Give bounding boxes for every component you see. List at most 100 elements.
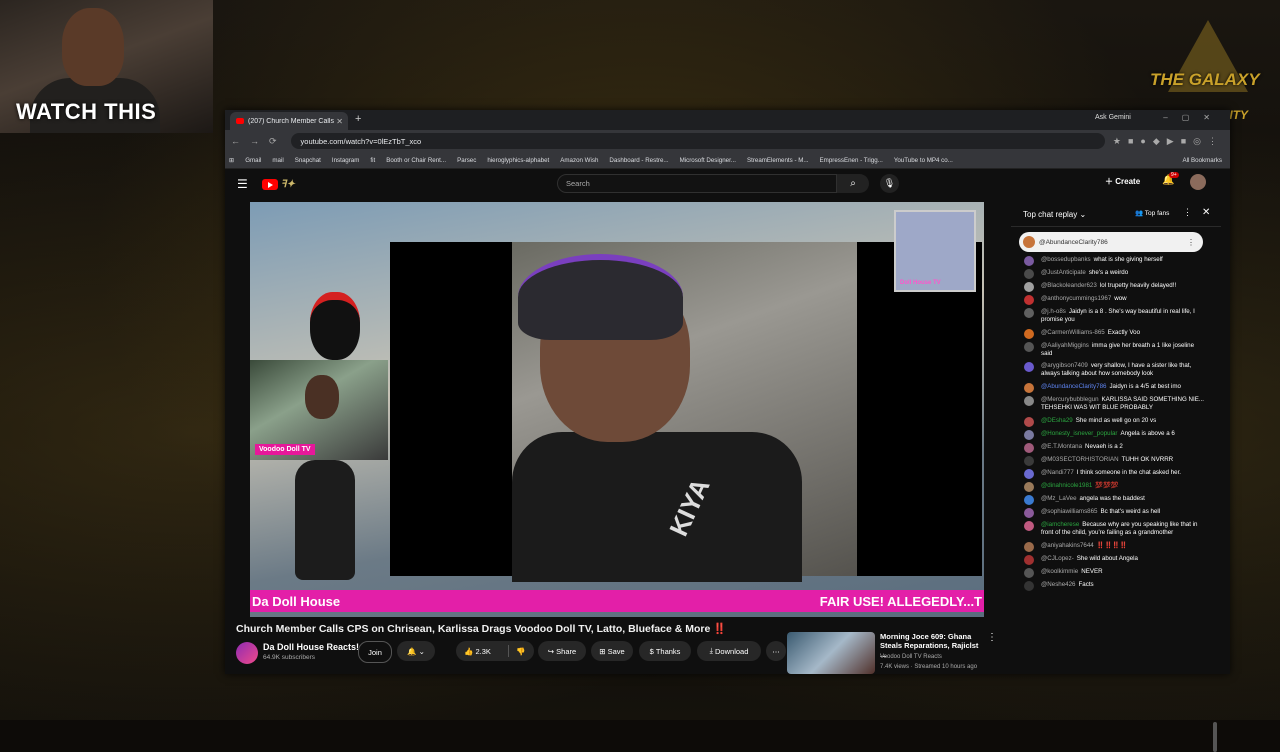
chat-author[interactable]: @Nandi777 <box>1041 469 1074 476</box>
chat-author[interactable]: @Honesty_isnever_popular <box>1041 430 1117 437</box>
bookmark-item[interactable]: Dashboard - Restre... <box>609 157 668 164</box>
recommended-thumbnail[interactable] <box>787 632 875 674</box>
browser-tab[interactable]: (207) Church Member Calls ✕ <box>230 112 348 130</box>
chat-avatar[interactable] <box>1024 294 1034 305</box>
chat-avatar[interactable] <box>1024 256 1034 266</box>
extension-icons[interactable]: ★■●◆▶■◎⋮ <box>1113 136 1224 147</box>
chat-mode-dropdown[interactable]: Top chat replay ⌄ <box>1023 210 1086 219</box>
nav-buttons[interactable]: ←→⟳ <box>231 136 287 147</box>
account-avatar[interactable] <box>1190 174 1206 190</box>
chat-avatar[interactable] <box>1024 307 1034 318</box>
chat-author[interactable]: @anthonycummings1967 <box>1041 295 1111 302</box>
video-player[interactable]: KIYA Voodoo Doll TV Doll House TV Da Dol… <box>250 202 984 617</box>
close-tab-icon[interactable]: ✕ <box>336 117 343 126</box>
chat-avatar[interactable] <box>1024 567 1034 578</box>
chat-avatar[interactable] <box>1024 328 1034 339</box>
chat-avatar[interactable] <box>1024 430 1034 441</box>
chat-avatar[interactable] <box>1024 455 1034 466</box>
bookmark-item[interactable]: mail <box>272 157 283 164</box>
chat-author[interactable]: @aniyahakins7644 <box>1041 542 1094 549</box>
channel-name[interactable]: Da Doll House Reacts! <box>263 642 359 652</box>
bookmark-item[interactable]: EmpressEnen - Trigg... <box>820 157 883 164</box>
chat-avatar[interactable] <box>1024 541 1034 552</box>
bookmark-item[interactable]: Gmail <box>245 157 261 164</box>
chat-avatar[interactable] <box>1024 383 1034 394</box>
chat-author[interactable]: @koolkimmie <box>1041 568 1078 575</box>
chat-avatar[interactable] <box>1024 281 1034 292</box>
bookmark-item[interactable]: Booth or Chair Rent... <box>386 157 446 164</box>
chat-avatar[interactable] <box>1024 396 1034 407</box>
search-input[interactable]: Search <box>557 174 837 193</box>
chat-author[interactable]: @M03SECTORHISTORIAN <box>1041 456 1119 463</box>
chat-avatar[interactable] <box>1024 580 1034 591</box>
microphone-icon[interactable]: 🎙 <box>880 174 899 193</box>
chat-menu-icon[interactable]: ⋮ <box>1183 207 1192 218</box>
chat-avatar[interactable] <box>1024 507 1034 518</box>
more-actions-icon[interactable]: ⋯ <box>766 641 786 661</box>
chat-avatar[interactable] <box>1024 362 1034 373</box>
youtube-logo-icon[interactable] <box>261 178 278 190</box>
new-tab-icon[interactable]: + <box>355 113 361 125</box>
download-button[interactable]: ⤓ Download <box>697 641 761 661</box>
recommended-video[interactable]: Morning Joce 609: Ghana Steals Reparatio… <box>787 630 997 674</box>
chat-avatar[interactable] <box>1024 268 1034 279</box>
pinned-menu-icon[interactable]: ⋮ <box>1187 238 1195 247</box>
bookmark-item[interactable]: YouTube to MP4 co... <box>894 157 953 164</box>
bookmark-item[interactable]: Microsoft Designer... <box>680 157 736 164</box>
chat-author[interactable]: @dinahnicole1981 <box>1041 482 1092 489</box>
chat-author[interactable]: @arygibson7409 <box>1041 362 1088 369</box>
bookmark-item[interactable]: hieroglyphics-alphabet <box>487 157 549 164</box>
chat-author[interactable]: @Mercurybubblegun <box>1041 396 1099 403</box>
subscribe-bell-button[interactable]: 🔔 ⌄ <box>397 641 435 661</box>
chat-author[interactable]: @AbundanceClarity786 <box>1041 383 1106 390</box>
chat-avatar[interactable] <box>1024 417 1034 428</box>
join-button[interactable]: Join <box>358 641 392 663</box>
chat-avatar[interactable] <box>1024 520 1034 531</box>
chat-author[interactable]: @JustAnticipate <box>1041 269 1086 276</box>
share-button[interactable]: ↪ Share <box>538 641 586 661</box>
thanks-button[interactable]: $ Thanks <box>639 641 691 661</box>
pinned-message[interactable]: @AbundanceClarity786 ⋮ <box>1019 232 1203 252</box>
youtube-brand-mark[interactable]: ꟻ✦ <box>281 179 295 190</box>
recommended-menu-icon[interactable]: ⋮ <box>987 632 997 643</box>
bookmark-item[interactable]: Amazon Wish <box>560 157 598 164</box>
all-bookmarks[interactable]: All Bookmarks <box>1182 157 1222 164</box>
like-button[interactable]: 👍 2.3K 👎 <box>456 641 534 661</box>
chat-author[interactable]: @bossedupbanks <box>1041 256 1091 263</box>
hamburger-menu-icon[interactable]: ☰ <box>237 177 248 191</box>
create-button[interactable]: ＋ Create <box>1105 176 1140 187</box>
channel-avatar[interactable] <box>236 642 258 664</box>
chat-avatar[interactable] <box>1024 554 1034 565</box>
chat-scrollbar[interactable] <box>1213 722 1217 752</box>
bookmark-item[interactable]: fit <box>370 157 375 164</box>
bookmark-item[interactable]: Parsec <box>457 157 476 164</box>
chat-author[interactable]: @CJLopez- <box>1041 555 1074 562</box>
chat-avatar[interactable] <box>1024 443 1034 453</box>
notifications-bell-icon[interactable]: 🔔 9+ <box>1162 172 1179 186</box>
chat-author[interactable]: @Blackoleander623 <box>1041 282 1097 289</box>
chat-author[interactable]: @CarmenWilliams-865 <box>1041 329 1105 336</box>
chat-author[interactable]: @Mz_LaVee <box>1041 495 1077 502</box>
dislike-icon[interactable]: 👎 <box>516 647 525 656</box>
ask-gemini-button[interactable]: Ask Gemini <box>1095 114 1131 121</box>
url-field[interactable]: youtube.com/watch?v=0lEzTbT_xco <box>290 133 1105 149</box>
chat-author[interactable]: @DEsha29 <box>1041 417 1073 424</box>
chat-author[interactable]: @j.h-o8s <box>1041 308 1066 315</box>
close-chat-icon[interactable]: ✕ <box>1202 207 1210 218</box>
chat-author[interactable]: @AaliyahMiggins <box>1041 342 1089 349</box>
bookmark-item[interactable]: Instagram <box>332 157 360 164</box>
chat-avatar[interactable] <box>1024 481 1034 492</box>
search-icon[interactable]: ⌕ <box>837 174 869 193</box>
chat-author[interactable]: @Neshe426 <box>1041 581 1076 588</box>
chat-author[interactable]: @iamcherese <box>1041 521 1079 528</box>
window-controls[interactable]: –▢✕ <box>1163 113 1224 122</box>
apps-icon[interactable]: ⊞ <box>229 157 234 164</box>
chat-avatar[interactable] <box>1024 468 1034 479</box>
chat-avatar[interactable] <box>1024 341 1034 352</box>
bookmark-item[interactable]: Snapchat <box>295 157 321 164</box>
top-fans-button[interactable]: 👥 Top fans <box>1135 209 1169 217</box>
chat-author[interactable]: @sophiawilliams865 <box>1041 508 1098 515</box>
save-button[interactable]: ⊞ Save <box>591 641 633 661</box>
chat-avatar[interactable] <box>1024 494 1034 505</box>
chat-author[interactable]: @E.T.Montana <box>1041 443 1082 450</box>
